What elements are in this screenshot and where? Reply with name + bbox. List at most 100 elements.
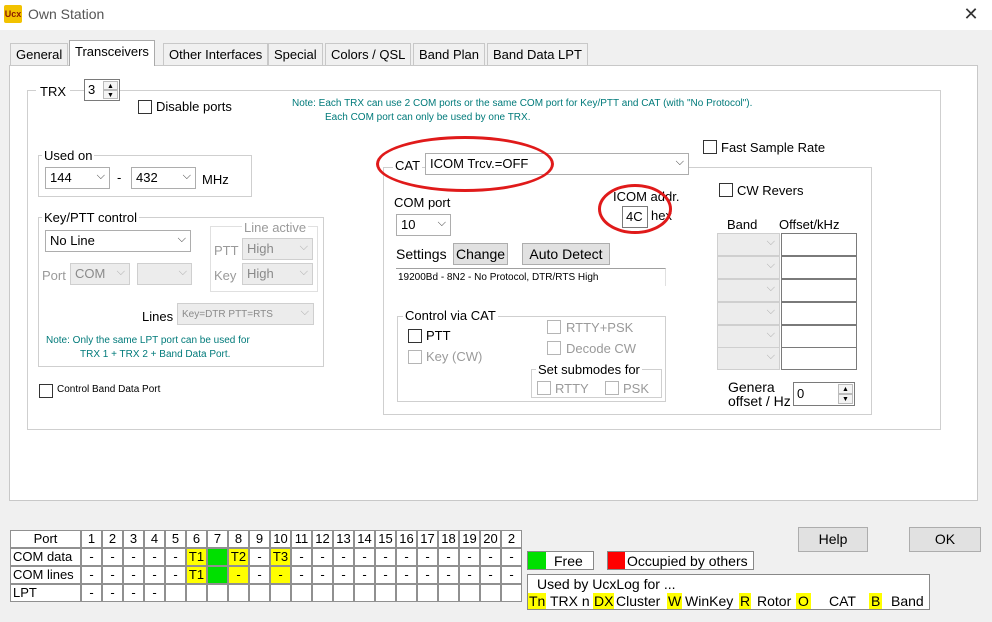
port-cell: -	[501, 566, 522, 584]
offset-input[interactable]	[781, 279, 857, 302]
chevron-down-icon: ⌵	[766, 350, 775, 362]
port-cell: -	[270, 566, 291, 584]
occupied-legend: Occupied by others	[607, 551, 754, 570]
offset-input[interactable]	[781, 325, 857, 348]
port-cell	[186, 584, 207, 602]
icom-addr-input[interactable]: 4C	[622, 206, 648, 228]
cw-revers-label: CW Revers	[737, 183, 804, 198]
port-cell	[396, 584, 417, 602]
submodes-legend: Set submodes for	[536, 362, 642, 377]
band-select[interactable]: ⌵	[717, 325, 780, 348]
port-cell: -	[249, 566, 270, 584]
band-select[interactable]: ⌵	[717, 347, 780, 370]
tab-band-data-lpt[interactable]: Band Data LPT	[487, 43, 588, 65]
band-select[interactable]: ⌵	[717, 279, 780, 302]
change-button[interactable]: Change	[453, 243, 508, 265]
lines-label: Lines	[142, 309, 174, 324]
key-label: Key	[214, 268, 237, 283]
port-cell: -	[417, 548, 438, 566]
tab-other-interfaces[interactable]: Other Interfaces	[163, 43, 269, 65]
disable-ports-checkbox[interactable]	[138, 100, 152, 114]
spin-down-icon[interactable]: ▼	[838, 394, 853, 404]
help-button[interactable]: Help	[798, 527, 868, 552]
key-select[interactable]: High ⌵	[242, 263, 313, 285]
port-cell: -	[459, 548, 480, 566]
port-row-label: COM lines	[10, 566, 81, 584]
keyptt-mode-select[interactable]: No Line ⌵	[45, 230, 191, 252]
ok-button[interactable]: OK	[909, 527, 981, 552]
ptt-checkbox[interactable]	[408, 329, 422, 343]
free-label: Free	[554, 553, 583, 569]
lines-select[interactable]: Key=DTR PTT=RTS ⌵	[177, 303, 314, 325]
port-cell: -	[417, 566, 438, 584]
keyptt-note-line2: TRX 1 + TRX 2 + Band Data Port.	[80, 349, 231, 360]
spin-up-icon[interactable]: ▲	[103, 81, 118, 90]
offset-input[interactable]	[781, 256, 857, 279]
port-column-header: 16	[396, 530, 417, 548]
offset-input[interactable]	[781, 302, 857, 325]
tab-general[interactable]: General	[10, 43, 69, 65]
chevron-down-icon: ⌵	[766, 328, 775, 340]
control-band-data-port-checkbox[interactable]	[39, 384, 53, 398]
tab-transceivers[interactable]: Transceivers	[69, 40, 155, 66]
chevron-down-icon: ⌵	[299, 241, 308, 253]
key-cw-checkbox[interactable]	[408, 350, 422, 364]
spin-down-icon[interactable]: ▼	[103, 90, 118, 99]
com-port-select[interactable]: 10 ⌵	[396, 214, 451, 236]
window-title: Own Station	[28, 6, 105, 22]
offset-input[interactable]	[781, 233, 857, 256]
band-select[interactable]: ⌵	[717, 256, 780, 279]
w-swatch: W	[667, 593, 683, 609]
port-cell	[417, 584, 438, 602]
port-cell	[207, 584, 228, 602]
port-cell: T3	[270, 548, 291, 566]
tab-special[interactable]: Special	[268, 43, 323, 65]
psk-label: PSK	[623, 381, 650, 396]
port-cell	[270, 584, 291, 602]
used-on-to-select[interactable]: 432 ⌵	[131, 167, 196, 189]
band-legend-label: Band	[891, 593, 924, 609]
keyptt-legend: Key/PTT control	[42, 210, 139, 225]
port-cell: T2	[228, 548, 249, 566]
app-icon: Ucx	[4, 5, 22, 23]
port-cell: -	[333, 548, 354, 566]
port-cell: -	[144, 584, 165, 602]
trx-spinner[interactable]: 3 ▲ ▼	[84, 79, 120, 101]
port-cell: -	[312, 566, 333, 584]
port-column-header: 2	[501, 530, 522, 548]
band-select[interactable]: ⌵	[717, 302, 780, 325]
band-select[interactable]: ⌵	[717, 233, 780, 256]
close-icon[interactable]: ✕	[960, 3, 982, 25]
ptt-checkbox-label: PTT	[426, 328, 451, 343]
decode-cw-checkbox[interactable]	[547, 341, 561, 355]
cat-select[interactable]: ICOM Trcv.=OFF ⌵	[425, 153, 689, 175]
offset-input[interactable]	[781, 347, 857, 370]
auto-detect-button[interactable]: Auto Detect	[522, 243, 610, 265]
rtty-checkbox[interactable]	[537, 381, 551, 395]
psk-checkbox[interactable]	[605, 381, 619, 395]
key-cw-label: Key (CW)	[426, 349, 483, 364]
chevron-down-icon: ⌵	[437, 217, 446, 229]
settings-label: Settings	[396, 246, 447, 262]
cat-label: CAT	[393, 158, 423, 173]
port-cell: -	[81, 584, 102, 602]
winkey-label: WinKey	[685, 593, 734, 609]
ptt-select[interactable]: High ⌵	[242, 238, 313, 260]
port-number-select[interactable]: ⌵	[137, 263, 192, 285]
general-offset-spinner[interactable]: 0 ▲ ▼	[793, 382, 855, 406]
tab-colors-qsl[interactable]: Colors / QSL	[325, 43, 412, 65]
spin-up-icon[interactable]: ▲	[838, 384, 853, 394]
chevron-down-icon: ⌵	[96, 170, 105, 182]
used-on-from-select[interactable]: 144 ⌵	[45, 167, 110, 189]
port-cell: -	[123, 584, 144, 602]
port-cell	[291, 584, 312, 602]
port-cell: -	[81, 566, 102, 584]
tab-band-plan[interactable]: Band Plan	[413, 43, 485, 65]
port-select[interactable]: COM ⌵	[70, 263, 130, 285]
port-cell: -	[375, 566, 396, 584]
fast-sample-rate-checkbox[interactable]	[703, 140, 717, 154]
port-column-header: 17	[417, 530, 438, 548]
band-header: Band	[727, 217, 758, 232]
cw-revers-checkbox[interactable]	[719, 183, 733, 197]
rtty-psk-checkbox[interactable]	[547, 320, 561, 334]
